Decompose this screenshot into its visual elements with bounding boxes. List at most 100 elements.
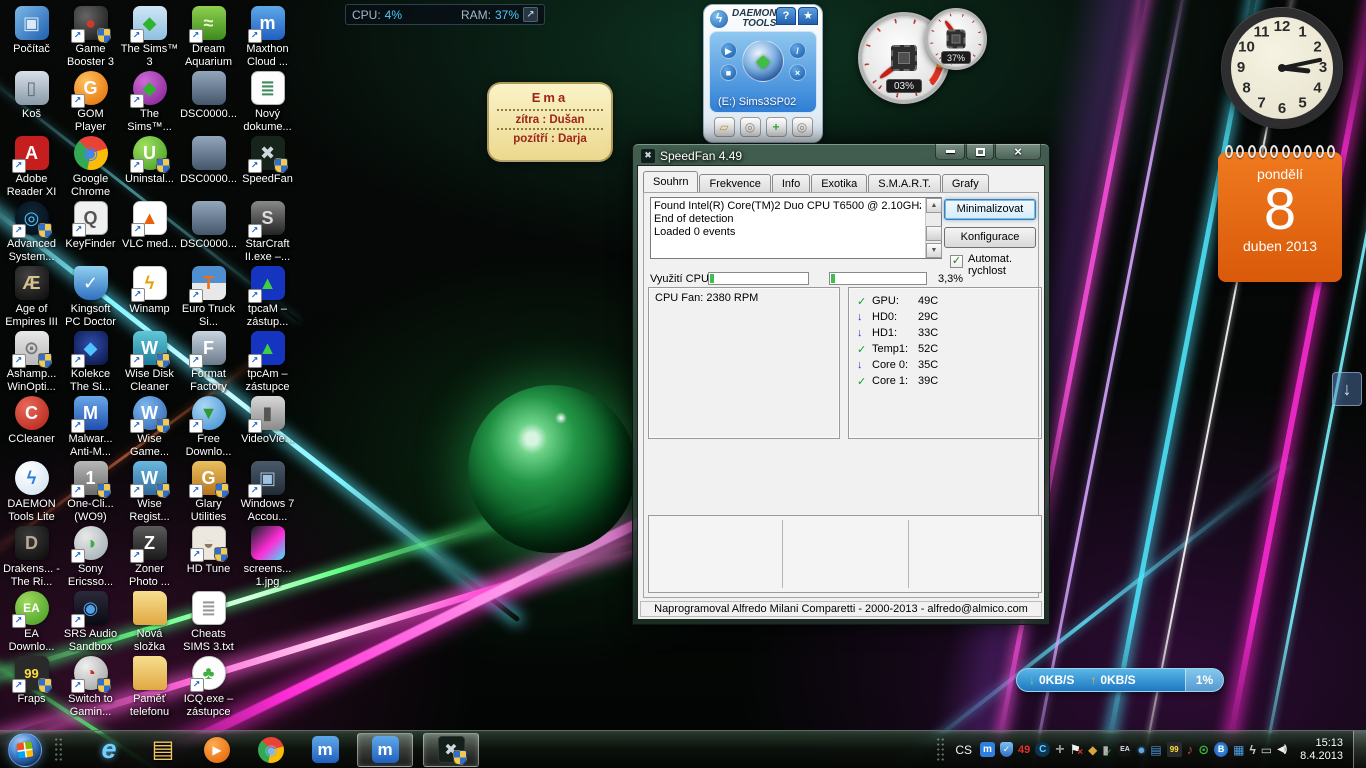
tab[interactable]: Info (772, 174, 810, 192)
tray-gold-tool[interactable]: ◆ (1088, 739, 1097, 761)
daemon-stats-button[interactable]: ◎ (792, 117, 813, 137)
desktop-icon-ccleaner[interactable]: C CCleaner (2, 396, 61, 461)
desktop-icon-wise-disk-cleaner[interactable]: W Wise Disk Cleaner (120, 331, 179, 396)
desktop-icon-kingsoft-pc-doctor[interactable]: ✓ Kingsoft PC Doctor (61, 266, 120, 331)
desktop-icon-icq[interactable]: ♣ ICQ.exe – zástupce (179, 656, 238, 721)
tray-backup[interactable]: ▤ (1150, 739, 1161, 761)
desktop-icon-tpcam-zastup[interactable]: ▲ tpcaM – zástup... (238, 266, 297, 331)
tray-ea[interactable]: EA (1117, 739, 1132, 761)
scrollbar[interactable]: ▲ ▼ (925, 198, 941, 258)
desktop-icon-adobe-reader-xi[interactable]: A Adobe Reader XI (2, 136, 61, 201)
expand-icon[interactable]: ↗ (523, 7, 538, 22)
desktop-icon-game-booster-3[interactable]: ● Game Booster 3 (61, 6, 120, 71)
desktop-icon-one-click-wo9[interactable]: 1 One-Cli... (WO9) (61, 461, 120, 526)
daemon-disc-button[interactable]: ◎ (740, 117, 761, 137)
tab[interactable]: Frekvence (699, 174, 770, 192)
tray-action-center[interactable]: ⚑ × (1070, 739, 1084, 761)
title-bar[interactable]: ✖ SpeedFan 4.49 × (641, 147, 1041, 164)
minimalizovat-button[interactable]: Minimalizovat (944, 199, 1036, 220)
scroll-up-icon[interactable]: ▲ (926, 198, 942, 213)
desktop-icon-pamet-telefonu[interactable]: Paměť telefonu (120, 656, 179, 721)
desktop-icon-speedfan[interactable]: ✖ SpeedFan (238, 136, 297, 201)
tray-fraps[interactable]: 99 (1167, 739, 1182, 761)
download-overlay-icon[interactable]: ↓ (1332, 372, 1362, 406)
network-gadget[interactable]: ↓ 0KB/S ↑ 0KB/S 1% (1016, 668, 1224, 692)
desktop-icon-drakensang[interactable]: D Drakens... - The Ri... (2, 526, 61, 591)
clock-gadget[interactable]: 121234567891011 (1222, 8, 1342, 128)
taskbar-chrome[interactable]: ◉ (249, 733, 293, 767)
tray-maxthon[interactable]: m (980, 739, 995, 761)
desktop-icon-videoview[interactable]: ▮ VideoVie... (238, 396, 297, 461)
sticky-note-gadget[interactable]: Ema zítra : Dušan pozítří : Darja (487, 82, 613, 162)
desktop-icon-dsc-photo-1[interactable]: DSC0000... (179, 71, 238, 136)
desktop-icon-zoner-photo[interactable]: Z Zoner Photo ... (120, 526, 179, 591)
desktop-icon-empty[interactable] (238, 591, 297, 656)
desktop-icon-wise-registry-cleaner[interactable]: W Wise Regist... (120, 461, 179, 526)
daemon-add-button[interactable]: + (766, 117, 787, 137)
calendar-gadget[interactable]: pondělí 8 duben 2013 (1218, 152, 1342, 282)
tab[interactable]: Grafy (942, 174, 989, 192)
taskbar-maxthon-window[interactable]: m (357, 733, 413, 767)
tray-network[interactable]: ▭ (1261, 739, 1272, 761)
desktop-icon-daemon-tools-lite[interactable]: ϟ DAEMON Tools Lite (2, 461, 61, 526)
desktop-icon-starcraft-2[interactable]: S StarCraft II.exe –... (238, 201, 297, 266)
taskbar-speedfan-window[interactable]: ✖ (423, 733, 479, 767)
desktop-icon-cheats-sims3[interactable]: ≣ Cheats SIMS 3.txt (179, 591, 238, 656)
tray-plus[interactable]: + (1055, 739, 1064, 761)
tray-gears[interactable]: ⊙ (1198, 739, 1209, 761)
taskbar-wmp[interactable]: ▶ (195, 733, 239, 767)
daemon-center-orb[interactable]: ◆ (742, 40, 784, 82)
desktop-icon-malwarebytes[interactable]: M Malwar... Anti-M... (61, 396, 120, 461)
tray-safely-remove[interactable]: ▮ ✓ (1102, 739, 1112, 761)
desktop-icon-free-download-manager[interactable]: ▼ Free Downlo... (179, 396, 238, 461)
daemon-unmount-button[interactable]: × (789, 64, 806, 81)
auto-speed-checkbox[interactable]: ✓ (950, 255, 963, 268)
tab[interactable]: Souhrn (643, 171, 698, 192)
tab[interactable]: Exotika (811, 174, 867, 192)
daemon-help-button[interactable]: ? (776, 7, 796, 25)
taskbar-clock[interactable]: 15:13 8.4.2013 (1300, 737, 1343, 763)
daemon-star-button[interactable]: ★ (798, 7, 818, 25)
desktop-icon-dsc-photo-3[interactable]: DSC0000... (179, 201, 238, 266)
maximize-window-button[interactable] (966, 144, 994, 160)
desktop-icon-kos[interactable]: ▯ Koš (2, 71, 61, 136)
desktop-icon-dream-aquarium[interactable]: ≈ Dream Aquarium (179, 6, 238, 71)
daemon-stop-button[interactable]: ■ (720, 64, 737, 81)
tray-comodo[interactable]: C (1035, 739, 1050, 761)
desktop-icon-novy-dokument[interactable]: ≣ Nový dokume... (238, 71, 297, 136)
log-box[interactable]: Found Intel(R) Core(TM)2 Duo CPU T6500 @… (650, 197, 942, 259)
cpu-ram-bar-gadget[interactable]: CPU: 4% RAM: 37% ↗ (345, 4, 545, 25)
desktop-icon-screenshot-jpg[interactable]: screens... 1.jpg (238, 526, 297, 591)
desktop-icon-google-chrome[interactable]: ◉ Google Chrome (61, 136, 120, 201)
desktop-icon-the-sims[interactable]: ◆ The Sims™... (120, 71, 179, 136)
minimize-window-button[interactable] (935, 144, 965, 160)
desktop-icon-glary-utilities[interactable]: G Glary Utilities (179, 461, 238, 526)
desktop-icon-winamp[interactable]: ϟ Winamp (120, 266, 179, 331)
desktop-icon-advanced-systemcare[interactable]: ◎ Advanced System... (2, 201, 61, 266)
konfigurace-button[interactable]: Konfigurace (944, 227, 1036, 248)
daemon-folder-button[interactable]: ▱ (714, 117, 735, 137)
tray-volume[interactable]: ◀) (1277, 739, 1286, 761)
taskbar-ie[interactable]: e (87, 733, 131, 767)
desktop-icon-format-factory[interactable]: F Format Factory (179, 331, 238, 396)
desktop-icon-kolekce-the-sims[interactable]: ◆ Kolekce The Si... (61, 331, 120, 396)
desktop-icon-age-of-empires-3[interactable]: Æ Age of Empires III (2, 266, 61, 331)
daemon-play-button[interactable]: ▶ (720, 42, 737, 59)
desktop-icon-gom-player[interactable]: G GOM Player (61, 71, 120, 136)
tray-winamp[interactable]: ♪ (1187, 739, 1194, 761)
desktop-icon-nova-slozka[interactable]: Nová složka (120, 591, 179, 656)
desktop-icon-pocitac[interactable]: ▣ Počítač (2, 6, 61, 71)
desktop-icon-keyfinder[interactable]: Q KeyFinder (61, 201, 120, 266)
daemon-tools-button[interactable]: / (789, 42, 806, 59)
desktop-icon-hd-tune[interactable]: ◒ HD Tune (179, 526, 238, 591)
tray-blue-orb[interactable]: ● (1137, 739, 1145, 761)
close-window-button[interactable]: × (995, 144, 1041, 160)
desktop-icon-sony-ericsson[interactable]: ◑ Sony Ericsso... (61, 526, 120, 591)
desktop-icon-wise-game-booster[interactable]: W Wise Game... (120, 396, 179, 461)
desktop-icon-ashampoo-winoptimizer[interactable]: ⊙ Ashamp... WinOpti... (2, 331, 61, 396)
tray-bluetooth[interactable]: B (1214, 739, 1228, 761)
start-button[interactable] (8, 733, 42, 767)
desktop-icon-win7-accounts[interactable]: ▣ Windows 7 Accou... (238, 461, 297, 526)
meter-gadget[interactable]: 03% 37% (855, 4, 990, 104)
desktop-icon-maxthon-cloud[interactable]: m Maxthon Cloud ... (238, 6, 297, 71)
